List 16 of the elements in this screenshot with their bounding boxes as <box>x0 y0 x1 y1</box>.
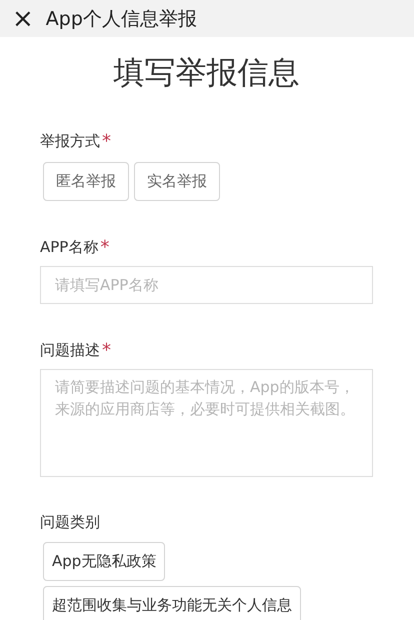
field-label: 举报方式 <box>40 132 100 151</box>
page-heading: 填写举报信息 <box>112 54 300 93</box>
option-chip[interactable]: 匿名举报 <box>43 162 129 201</box>
field-label: 问题类别 <box>40 513 100 532</box>
input-field[interactable]: 请填写APP名称 <box>40 266 373 304</box>
option-chip[interactable]: 实名举报 <box>134 162 220 201</box>
field-label: APP名称 <box>40 238 98 257</box>
field-label: 问题描述 <box>40 341 100 360</box>
required-mark: * <box>100 237 110 258</box>
close-icon[interactable]: × <box>12 6 34 32</box>
option-chip[interactable]: App无隐私政策 <box>43 542 166 581</box>
textarea-field[interactable]: 请简要描述问题的基本情况，App的版本号，来源的应用商店等，必要时可提供相关截图。 <box>40 369 373 477</box>
required-mark: * <box>102 340 111 361</box>
required-mark: * <box>102 131 111 152</box>
option-chip[interactable]: 超范围收集与业务功能无关个人信息 <box>43 586 301 620</box>
window-title: App个人信息举报 <box>46 6 197 32</box>
